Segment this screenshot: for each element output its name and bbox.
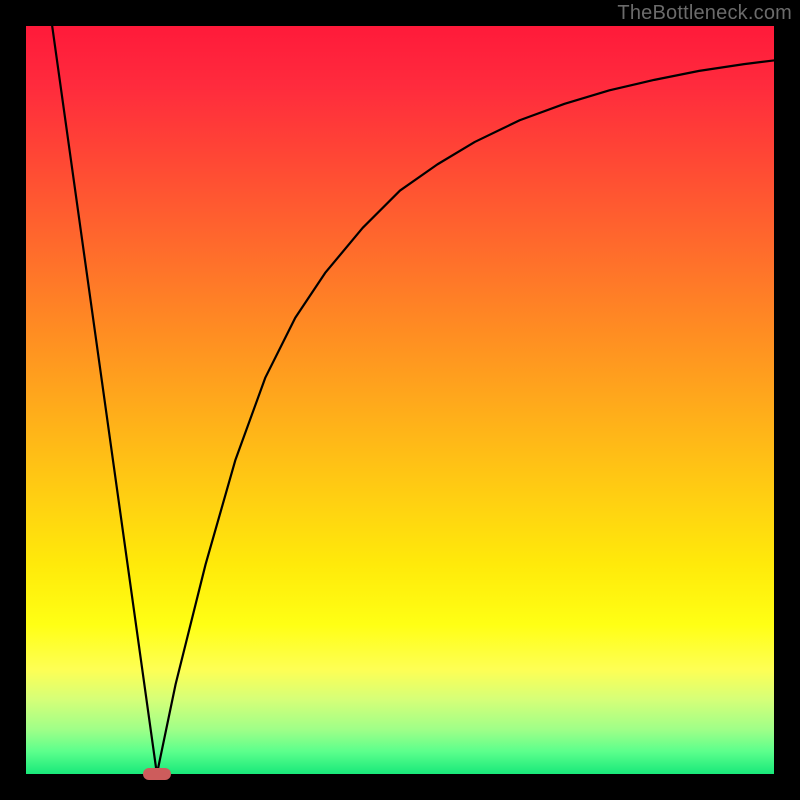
optimum-marker: [143, 768, 171, 780]
plot-area: [26, 26, 774, 774]
chart-frame: TheBottleneck.com: [0, 0, 800, 800]
bottleneck-curve: [52, 26, 774, 774]
chart-svg: [26, 26, 774, 774]
watermark-text: TheBottleneck.com: [617, 2, 792, 25]
